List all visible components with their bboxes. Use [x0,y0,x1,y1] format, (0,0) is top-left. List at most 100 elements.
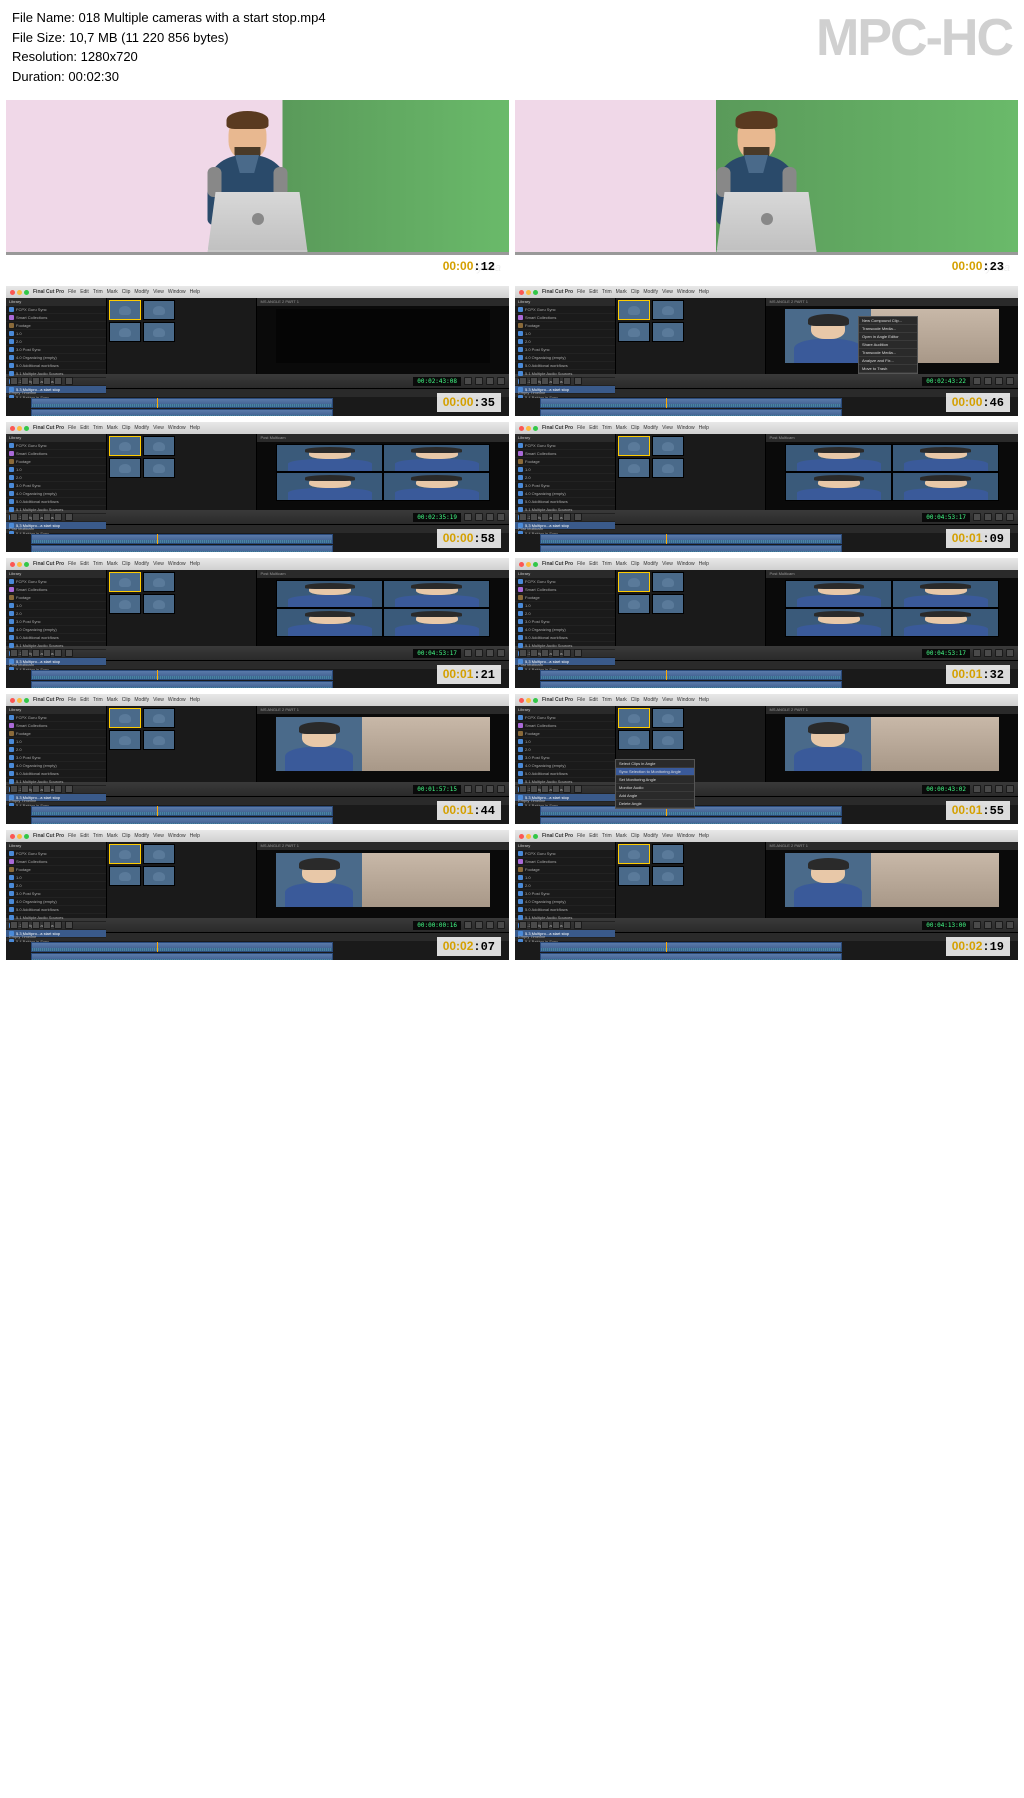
tool-button[interactable] [475,921,483,929]
tool-button[interactable] [486,513,494,521]
sidebar-item[interactable]: 4.0 Organizing (empty) [6,354,106,362]
tool-button[interactable] [43,377,51,385]
tool-button[interactable] [43,785,51,793]
sidebar-item[interactable]: 4.0 Organizing (empty) [515,354,615,362]
sidebar-item[interactable]: 4.0 Organizing (empty) [515,626,615,634]
angle-view[interactable] [785,580,892,609]
sidebar-item[interactable]: 5.0 Additional workflows [515,634,615,642]
sidebar-item[interactable]: Footage [515,594,615,602]
tool-button[interactable] [475,377,483,385]
tool-button[interactable] [563,921,571,929]
tool-button[interactable] [563,785,571,793]
tool-button[interactable] [541,649,549,657]
tool-button[interactable] [541,513,549,521]
sidebar-item[interactable]: 1.0 [515,738,615,746]
sidebar-item[interactable]: Smart Collections [515,722,615,730]
minimize-icon[interactable] [526,562,531,567]
tool-button[interactable] [541,921,549,929]
sidebar-item[interactable]: Footage [515,458,615,466]
clip-thumb[interactable] [618,844,650,864]
tool-button[interactable] [1006,377,1014,385]
timeline-clip[interactable] [31,681,333,688]
clip-thumb[interactable] [652,436,684,456]
menu-item[interactable]: Modify [643,425,658,431]
minimize-icon[interactable] [526,290,531,295]
sidebar-item[interactable]: 3.0 Post Sync [515,618,615,626]
sidebar-item[interactable]: 2.0 [515,882,615,890]
tool-button[interactable] [563,513,571,521]
menu-item[interactable]: Clip [631,425,640,431]
tool-button[interactable] [54,649,62,657]
menu-item[interactable]: Help [699,425,709,431]
tool-button[interactable] [32,921,40,929]
tool-button[interactable] [984,377,992,385]
app-name[interactable]: Final Cut Pro [33,561,64,567]
clip-thumb[interactable] [143,594,175,614]
menu-item[interactable]: File [577,425,585,431]
tool-button[interactable] [54,377,62,385]
menu-item[interactable]: View [153,289,164,295]
clip-thumb[interactable] [109,708,141,728]
sidebar-item[interactable]: Footage [6,866,106,874]
angle-view[interactable] [785,472,892,501]
angle-view[interactable] [892,608,999,637]
timeline-clip[interactable] [31,670,333,680]
tool-button[interactable] [486,785,494,793]
angle-view[interactable] [383,472,490,501]
menu-item[interactable]: Trim [602,697,612,703]
video-track[interactable] [515,534,1018,544]
tool-button[interactable] [32,377,40,385]
menu-item[interactable]: Window [168,425,186,431]
sidebar-item[interactable]: 1.0 [6,330,106,338]
tool-button[interactable] [984,649,992,657]
menu-item[interactable]: Clip [631,289,640,295]
maximize-icon[interactable] [24,698,29,703]
clip-thumb[interactable] [652,300,684,320]
menu-item[interactable]: Help [699,561,709,567]
sidebar-item[interactable]: Smart Collections [6,722,106,730]
minimize-icon[interactable] [17,698,22,703]
clip-thumb[interactable] [143,730,175,750]
menu-item[interactable]: Window [168,697,186,703]
sidebar-item[interactable]: Footage [6,322,106,330]
audio-track[interactable] [515,681,1018,688]
tool-button[interactable] [10,649,18,657]
menu-item[interactable]: View [662,697,673,703]
menu-item[interactable]: Clip [631,833,640,839]
clip-thumb[interactable] [143,300,175,320]
menu-item[interactable]: Clip [631,561,640,567]
clip-thumb[interactable] [618,594,650,614]
menu-item[interactable]: Edit [589,561,598,567]
context-menu-item[interactable]: Transcode Media... [859,325,917,333]
playhead[interactable] [157,670,158,680]
maximize-icon[interactable] [24,290,29,295]
tool-button[interactable] [995,377,1003,385]
tool-button[interactable] [1006,921,1014,929]
tool-button[interactable] [464,921,472,929]
sidebar-item[interactable]: Footage [515,730,615,738]
tool-button[interactable] [65,649,73,657]
maximize-icon[interactable] [533,426,538,431]
project-item[interactable]: FCPX Guru Sync [6,578,106,586]
sidebar-item[interactable]: 2.0 [515,610,615,618]
menu-item[interactable]: Modify [134,833,149,839]
tool-button[interactable] [475,513,483,521]
timeline-clip[interactable] [540,398,842,408]
sidebar-item[interactable]: 1.0 [6,602,106,610]
clip-thumb[interactable] [618,866,650,886]
tool-button[interactable] [65,921,73,929]
tool-button[interactable] [519,921,527,929]
close-icon[interactable] [10,290,15,295]
menu-item[interactable]: Mark [616,561,627,567]
tool-button[interactable] [10,921,18,929]
tool-button[interactable] [552,649,560,657]
menu-item[interactable]: Window [677,425,695,431]
menu-item[interactable]: Mark [107,289,118,295]
app-name[interactable]: Final Cut Pro [542,833,573,839]
tool-button[interactable] [54,921,62,929]
menu-item[interactable]: Modify [134,425,149,431]
menu-item[interactable]: Window [168,289,186,295]
audio-track[interactable] [6,545,509,552]
clip-thumb[interactable] [618,730,650,750]
menu-item[interactable]: File [68,425,76,431]
